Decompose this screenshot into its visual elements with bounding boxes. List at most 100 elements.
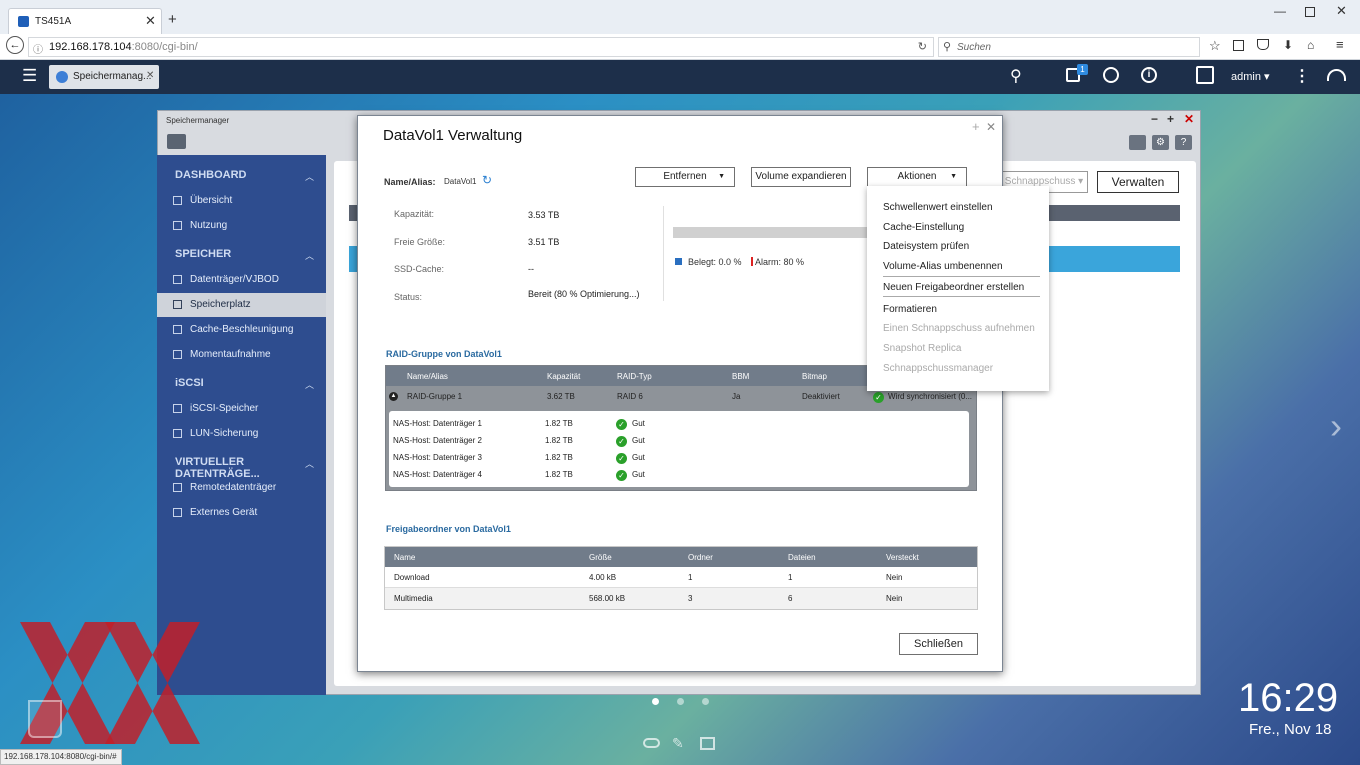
chevron-up-icon[interactable]: ︿ (305, 378, 314, 391)
sidebar-item-nutzung[interactable]: Nutzung (157, 214, 326, 238)
menu-item-take-snapshot: Einen Schnappschuss aufnehmen (883, 323, 1035, 334)
menu-item-check-filesystem[interactable]: Dateisystem prüfen (883, 241, 969, 252)
page-dot[interactable] (702, 698, 709, 705)
share-row[interactable]: Multimedia 568.00 kB 3 6 Nein (385, 588, 977, 609)
status-label: Status: (394, 292, 423, 302)
window-maximize-icon[interactable]: + (1167, 112, 1174, 126)
window-title: Speichermanager (166, 116, 230, 125)
snapshot-icon (173, 350, 182, 359)
sidebar-section-speicher[interactable]: SPEICHER (175, 248, 231, 260)
disk-status-icon: ✓ (616, 451, 627, 465)
close-button[interactable]: Schließen (899, 633, 978, 655)
info-icon[interactable]: ⓘ (33, 41, 43, 56)
disk-name: NAS-Host: Datenträger 2 (393, 436, 482, 445)
share-col-name: Name (394, 553, 416, 562)
close-app-icon[interactable]: ✕ (146, 70, 154, 81)
remove-dropdown[interactable]: Entfernen ▼ (635, 167, 735, 187)
sidebar-item-speicherplatz[interactable]: Speicherplatz (157, 293, 326, 317)
reading-list-icon[interactable] (1233, 40, 1244, 51)
manage-button[interactable]: Verwalten (1097, 171, 1179, 193)
menu-item-format[interactable]: Formatieren (883, 304, 937, 315)
window-minimize-icon[interactable]: − (1151, 112, 1158, 126)
sidebar-section-iscsi[interactable]: iSCSI (175, 377, 204, 389)
checkmark-icon: ✓ (873, 392, 884, 404)
disk-status-icon: ✓ (616, 417, 627, 431)
more-options-icon[interactable]: ⋮ (1294, 66, 1310, 86)
browser-tab[interactable]: TS451A ✕ (8, 8, 162, 35)
menu-separator (883, 296, 1040, 297)
main-menu-icon[interactable]: ☰ (22, 66, 37, 86)
sidebar-item-extern[interactable]: Externes Gerät (157, 501, 326, 525)
search-icon[interactable]: ⚲ (1010, 66, 1022, 86)
chevron-up-icon[interactable]: ︿ (305, 249, 314, 262)
menu-item-rename-alias[interactable]: Volume-Alias umbenennen (883, 261, 1003, 272)
disk-row[interactable]: NAS-Host: Datenträger 1 1.82 TB ✓ Gut (389, 416, 969, 433)
dashboard-gauge-icon[interactable] (1327, 69, 1346, 81)
cloud-icon[interactable] (643, 738, 660, 748)
usage-bar (673, 227, 868, 238)
expand-volume-button[interactable]: Volume expandieren (751, 167, 851, 187)
next-page-arrow-icon[interactable]: › (1330, 405, 1342, 447)
sync-icon[interactable] (1103, 67, 1119, 83)
maximize-window-icon[interactable] (1305, 7, 1315, 17)
snapshot-toolbar-icon[interactable] (1129, 135, 1146, 150)
usage-chart-icon (173, 221, 182, 230)
taskbar-app-tab[interactable]: Speichermanag... ✕ (49, 65, 159, 89)
sidebar-item-label: Remotedatenträger (190, 482, 277, 493)
actions-dropdown[interactable]: Aktionen ▼ (867, 167, 967, 187)
taskbar-app-label: Speichermanag... (73, 71, 152, 82)
reload-icon[interactable]: ↻ (918, 40, 927, 53)
chevron-up-icon[interactable]: ︿ (305, 457, 314, 470)
sidebar-item-datentraeger[interactable]: Datenträger/VJBOD (157, 268, 326, 292)
dialog-expand-icon[interactable]: + (972, 119, 980, 134)
help-icon[interactable]: ? (1175, 135, 1192, 150)
user-menu[interactable]: admin ▾ (1231, 70, 1270, 83)
back-arrow-icon[interactable]: ← (6, 36, 24, 54)
tools-icon[interactable]: ✎ (672, 735, 684, 752)
share-folders: 3 (688, 594, 693, 603)
share-hidden: Nein (886, 573, 903, 582)
disk-row[interactable]: NAS-Host: Datenträger 2 1.82 TB ✓ Gut (389, 433, 969, 450)
menu-item-cache-setting[interactable]: Cache-Einstellung (883, 222, 964, 233)
download-icon[interactable]: ⬇ (1283, 38, 1293, 52)
book-icon[interactable] (700, 737, 715, 750)
disk-row[interactable]: NAS-Host: Datenträger 3 1.82 TB ✓ Gut (389, 450, 969, 467)
sidebar-item-cache[interactable]: Cache-Beschleunigung (157, 318, 326, 342)
disk-status: Gut (632, 470, 645, 479)
settings-gear-icon[interactable]: ⚙ (1152, 135, 1169, 150)
disk-row[interactable]: NAS-Host: Datenträger 4 1.82 TB ✓ Gut (389, 467, 969, 484)
menu-item-threshold[interactable]: Schwellenwert einstellen (883, 202, 993, 213)
minimize-window-icon[interactable]: — (1274, 4, 1286, 18)
url-field[interactable]: ⓘ 192.168.178.104:8080/cgi-bin/ ↻ (28, 37, 934, 57)
home-icon[interactable]: ⌂ (1307, 38, 1314, 52)
user-avatar-icon[interactable] (1196, 66, 1214, 84)
menu-hamburger-icon[interactable]: ≡ (1336, 37, 1344, 52)
collapse-icon[interactable]: ▲ (389, 392, 398, 401)
menu-item-snapshot-replica: Snapshot Replica (883, 343, 962, 354)
new-tab-button[interactable]: + (168, 11, 177, 28)
window-close-icon[interactable]: ✕ (1184, 112, 1194, 126)
disk-name: NAS-Host: Datenträger 3 (393, 453, 482, 462)
share-row[interactable]: Download 4.00 kB 1 1 Nein (385, 567, 977, 588)
trash-icon[interactable] (28, 700, 62, 738)
close-window-icon[interactable]: ✕ (1336, 3, 1347, 19)
info-circle-icon[interactable]: i (1141, 67, 1157, 83)
page-dot-active[interactable] (652, 698, 659, 705)
sidebar-section-dashboard[interactable]: DASHBOARD (175, 169, 247, 181)
menu-item-new-share[interactable]: Neuen Freigabeordner erstellen (883, 282, 1024, 293)
window-menu-icon[interactable] (167, 134, 186, 149)
dialog-close-icon[interactable]: ✕ (986, 120, 996, 134)
sidebar-item-momentaufnahme[interactable]: Momentaufnahme (157, 343, 326, 367)
bookmark-star-icon[interactable]: ☆ (1209, 38, 1221, 54)
search-input[interactable]: ⚲ Suchen (938, 37, 1200, 57)
free-size-label: Freie Größe: (394, 237, 446, 247)
sidebar-item-iscsi-speicher[interactable]: iSCSI-Speicher (157, 397, 326, 421)
pocket-icon[interactable] (1257, 39, 1269, 50)
sidebar-item-remote[interactable]: Remotedatenträger (157, 476, 326, 500)
page-dot[interactable] (677, 698, 684, 705)
close-tab-icon[interactable]: ✕ (145, 13, 156, 29)
chevron-up-icon[interactable]: ︿ (305, 170, 314, 183)
sidebar-item-uebersicht[interactable]: Übersicht (157, 189, 326, 213)
sidebar-item-lun-sicherung[interactable]: LUN-Sicherung (157, 422, 326, 446)
refresh-icon[interactable]: ↻ (482, 173, 492, 187)
